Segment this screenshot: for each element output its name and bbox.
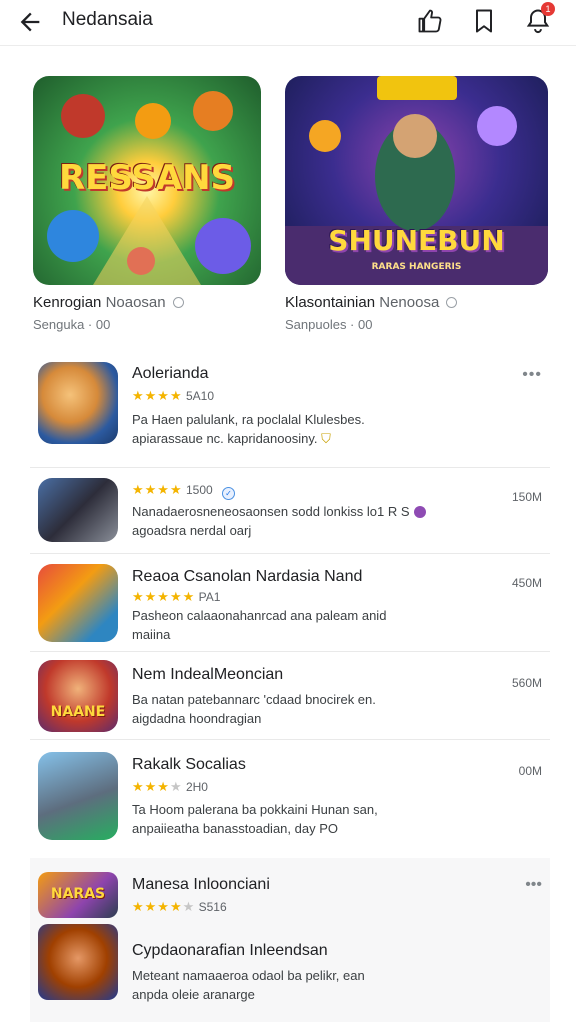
app-size: 150M	[511, 490, 542, 504]
verified-icon	[446, 297, 458, 308]
app-icon	[38, 564, 118, 642]
shield-icon: ⛉	[321, 431, 331, 446]
app-rating: ★★★★ 2H0	[132, 779, 208, 795]
star-rating-icon: ★★★★★	[132, 589, 196, 604]
editor-choice-icon: ✓	[222, 487, 236, 500]
app-description: Nanadaerosneneosaonsen sodd lonkiss lo1 …	[132, 502, 452, 540]
app-icon	[38, 362, 118, 444]
app-name: Reaoa Csanolan Nardasia Nand	[132, 568, 363, 585]
thumbs-up-icon[interactable]	[416, 7, 444, 35]
app-icon: NARAS	[38, 872, 118, 918]
app-rating: ★★★★ 1500 ✓	[132, 482, 236, 500]
notification-badge: 1	[541, 2, 555, 16]
featured-art-tagline: RARAS HANGERIS	[371, 262, 462, 272]
more-options-button[interactable]: •••	[525, 876, 542, 894]
app-rating: ★★★★★ PA1	[132, 589, 220, 605]
app-list-item[interactable]: Reaoa Csanolan Nardasia Nand ★★★★★ PA1 P…	[30, 554, 550, 652]
rating-value: S516	[198, 900, 227, 914]
app-name: Rakalk Socalias	[132, 756, 246, 773]
info-dot-icon	[413, 506, 426, 518]
featured-title-text: Kenrogian	[33, 294, 102, 311]
app-name: Nem IndealMeoncian	[132, 666, 284, 683]
featured-title: Klasontainian Nenoosa	[285, 294, 548, 311]
description-line: aigdadna hoondragian	[132, 711, 262, 726]
description-line: Nanadaerosneneosaonsen sodd lonkiss lo1 …	[132, 502, 452, 521]
app-size: 450M	[511, 576, 542, 590]
star-rating-icon: ★★★★	[132, 388, 183, 403]
description-line: Ba natan patebannarc 'cdaad bnocirek en.	[132, 692, 376, 707]
app-rating: ★★★★ 5A10	[132, 388, 214, 404]
app-icon	[38, 752, 118, 840]
app-description: Ta Hoom palerana ba pokkaini Hunan san, …	[132, 800, 432, 838]
featured-title: Kenrogian Noaosan	[33, 294, 261, 311]
featured-art-title: RESSANS	[58, 158, 236, 198]
app-list-item[interactable]: ★★★★ 1500 ✓ Nanadaerosneneosaonsen sodd …	[30, 468, 550, 554]
description-line: Pa Haen palulank, ra poclalal Klulesbes.	[132, 412, 365, 427]
featured-subtitle: Senguka · 00	[33, 317, 111, 332]
featured-card[interactable]: RESSANS Kenrogian Noaosan Senguka · 00	[33, 76, 261, 332]
rating-value: 2H0	[185, 780, 208, 794]
page-title: Nedansaia	[62, 9, 153, 30]
description-text: apiarassaue nc. kapridanoosiny.	[132, 431, 318, 446]
app-description: Pasheon calaaonahanrcad ana paleam anid …	[132, 606, 432, 644]
app-icon: NAANE	[38, 660, 118, 732]
rating-value: PA1	[198, 590, 221, 604]
featured-subtitle: Sanpuoles · 00	[285, 317, 373, 332]
description-line: Meteant namaaeroa odaol ba pelikr, ean	[132, 968, 365, 983]
description-line: agoadsra nerdal oarj	[132, 523, 252, 538]
notification-button[interactable]: 1	[524, 2, 555, 35]
description-line: anpaiieatha banasstoadian, day PO	[132, 821, 338, 836]
featured-publisher: Nenoosa	[379, 294, 440, 311]
app-icon-art-title: NARAS	[50, 886, 106, 902]
featured-artwork: SHUNEBUN RARAS HANGERIS	[285, 76, 548, 285]
app-icon-art-title: NAANE	[50, 704, 106, 720]
description-text: Nanadaerosneneosaonsen sodd lonkiss lo1 …	[132, 504, 410, 519]
star-rating-icon: ★★★★★	[132, 899, 196, 914]
app-list-item[interactable]: NAANE Nem IndealMeoncian Ba natan pateba…	[30, 652, 550, 740]
app-icon	[38, 924, 118, 1000]
grouped-apps-card: NARAS Manesa Inloonciani ★★★★★ S516 ••• …	[30, 858, 550, 1022]
verified-icon	[172, 297, 184, 308]
description-line: apiarassaue nc. kapridanoosiny. ⛉	[132, 429, 432, 448]
featured-card[interactable]: SHUNEBUN RARAS HANGERIS Klasontainian Ne…	[285, 76, 548, 332]
app-size: 560M	[511, 676, 542, 690]
app-description: Pa Haen palulank, ra poclalal Klulesbes.…	[132, 410, 432, 448]
app-size: 00M	[518, 764, 542, 778]
top-app-bar: Nedansaia 1	[0, 0, 576, 46]
featured-title-text: Klasontainian	[285, 294, 376, 311]
app-rating: ★★★★★ S516	[132, 899, 227, 915]
description-line: Pasheon calaaonahanrcad ana paleam anid	[132, 608, 387, 623]
app-name: Aolerianda	[132, 365, 209, 382]
description-line: anpda oleie aranarge	[132, 987, 255, 1002]
app-description: Ba natan patebannarc 'cdaad bnocirek en.…	[132, 690, 432, 728]
featured-artwork: RESSANS	[33, 76, 261, 285]
app-description: Meteant namaaeroa odaol ba pelikr, ean a…	[132, 966, 452, 1004]
star-rating-icon: ★★★★	[132, 482, 183, 497]
rating-value: 5A10	[185, 389, 214, 403]
featured-art-title: SHUNEBUN	[328, 224, 505, 257]
app-list-item[interactable]: Rakalk Socalias ★★★★ 2H0 Ta Hoom paleran…	[30, 740, 550, 858]
featured-publisher: Noaosan	[105, 294, 166, 311]
app-icon	[38, 478, 118, 542]
more-options-button[interactable]: •••	[522, 366, 542, 384]
app-name[interactable]: Cypdaonarafian Inleendsan	[132, 942, 328, 960]
app-name[interactable]: Manesa Inloonciani	[132, 876, 270, 894]
app-list-item[interactable]: Aolerianda ★★★★ 5A10 Pa Haen palulank, r…	[30, 352, 550, 468]
back-arrow-icon[interactable]	[16, 8, 44, 36]
star-rating-icon: ★★★★	[132, 779, 183, 794]
bookmark-icon[interactable]	[470, 7, 498, 35]
description-line: maiina	[132, 627, 171, 642]
rating-value: 1500	[185, 483, 213, 497]
description-line: Ta Hoom palerana ba pokkaini Hunan san,	[132, 802, 378, 817]
